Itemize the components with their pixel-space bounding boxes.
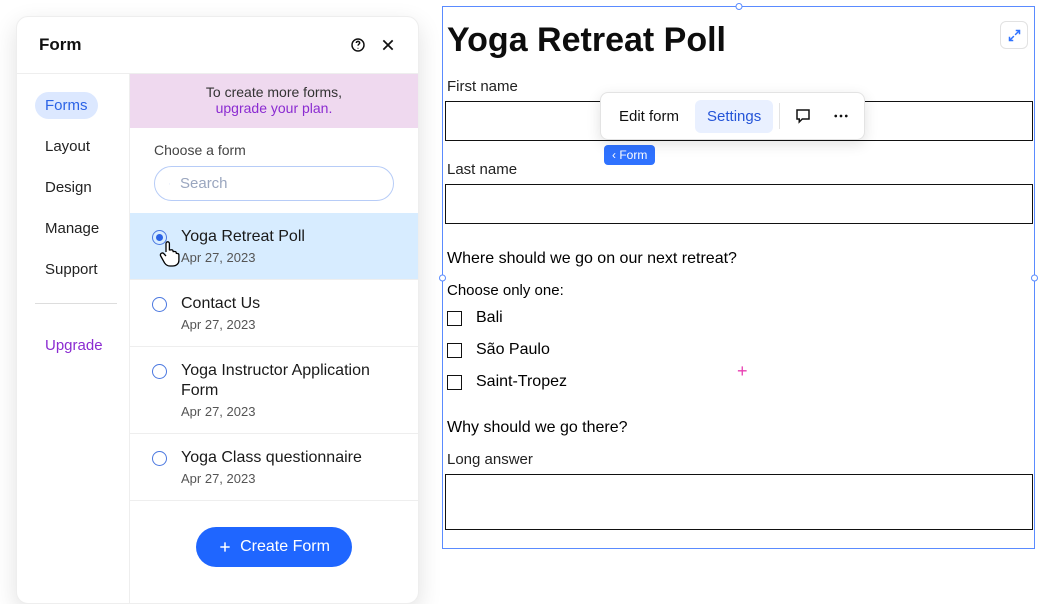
- panel-header-actions: [350, 37, 396, 53]
- checkbox-icon: [447, 343, 462, 358]
- resize-handle-left[interactable]: [439, 274, 446, 281]
- option-label: Bali: [476, 309, 503, 327]
- form-item-date: Apr 27, 2023: [181, 250, 305, 265]
- form-item-title: Yoga Retreat Poll: [181, 227, 305, 248]
- option-label: Saint-Tropez: [476, 373, 567, 391]
- last-name-label: Last name: [443, 161, 1034, 184]
- edit-form-button[interactable]: Edit form: [607, 100, 691, 133]
- search-wrap: [130, 166, 418, 213]
- choose-form-label: Choose a form: [130, 128, 418, 166]
- plus-icon: [218, 540, 232, 554]
- form-list: Yoga Retreat Poll Apr 27, 2023 Contact U…: [130, 213, 418, 501]
- create-form-label: Create Form: [240, 538, 330, 556]
- more-icon: [832, 107, 850, 125]
- tab-upgrade[interactable]: Upgrade: [35, 332, 113, 359]
- form-title: Yoga Retreat Poll: [443, 7, 1034, 78]
- help-icon[interactable]: [350, 37, 366, 53]
- crumb-label: Form: [619, 148, 647, 162]
- radio-icon: [152, 297, 167, 312]
- panel-body: Forms Layout Design Manage Support Upgra…: [17, 74, 418, 603]
- resize-handle-top[interactable]: [735, 3, 742, 10]
- retreat-options: Bali São Paulo Saint-Tropez: [443, 309, 1034, 391]
- expand-button[interactable]: [1000, 21, 1028, 49]
- option-saint-tropez[interactable]: Saint-Tropez: [447, 373, 1030, 391]
- banner-text-1: To create more forms,: [130, 84, 418, 100]
- tab-layout[interactable]: Layout: [35, 133, 100, 160]
- create-form-button[interactable]: Create Form: [196, 527, 352, 567]
- form-item-date: Apr 27, 2023: [181, 404, 396, 419]
- question-retreat: Where should we go on our next retreat?: [443, 244, 1034, 282]
- form-item-title: Yoga Class questionnaire: [181, 448, 362, 469]
- option-sao-paulo[interactable]: São Paulo: [447, 341, 1030, 359]
- expand-icon: [1007, 28, 1022, 43]
- option-bali[interactable]: Bali: [447, 309, 1030, 327]
- more-button[interactable]: [824, 99, 858, 133]
- question-why: Why should we go there?: [443, 413, 1034, 451]
- form-item-date: Apr 27, 2023: [181, 317, 260, 332]
- create-form-wrap: Create Form: [130, 501, 418, 593]
- form-canvas[interactable]: Yoga Retreat Poll First name Last name W…: [442, 6, 1035, 549]
- tab-forms[interactable]: Forms: [35, 92, 98, 119]
- long-answer-label: Long answer: [443, 451, 1034, 474]
- toolbar-separator: [779, 103, 780, 129]
- form-item-title: Contact Us: [181, 294, 260, 315]
- form-item-contact-us[interactable]: Contact Us Apr 27, 2023: [130, 280, 418, 347]
- checkbox-icon: [447, 311, 462, 326]
- form-item-title: Yoga Instructor Application Form: [181, 361, 396, 403]
- tab-manage[interactable]: Manage: [35, 215, 109, 242]
- selection-crumb[interactable]: Form: [604, 145, 655, 165]
- element-toolbar: Edit form Settings: [600, 92, 865, 140]
- search-input[interactable]: [180, 175, 379, 192]
- comment-icon: [794, 107, 812, 125]
- close-icon[interactable]: [380, 37, 396, 53]
- last-name-input[interactable]: [445, 184, 1033, 224]
- choose-one-label: Choose only one:: [443, 282, 1034, 309]
- form-item-instructor-app[interactable]: Yoga Instructor Application Form Apr 27,…: [130, 347, 418, 435]
- resize-handle-right[interactable]: [1031, 274, 1038, 281]
- long-answer-input[interactable]: [445, 474, 1033, 530]
- option-label: São Paulo: [476, 341, 550, 359]
- tab-support[interactable]: Support: [35, 256, 108, 283]
- tab-separator: [35, 303, 117, 304]
- form-panel: Form Forms Layout Design Manage Support …: [16, 16, 419, 604]
- panel-header: Form: [17, 17, 418, 73]
- radio-icon: [152, 364, 167, 379]
- form-item-date: Apr 27, 2023: [181, 471, 362, 486]
- search-input-wrap[interactable]: [154, 166, 394, 201]
- selection-box: Yoga Retreat Poll First name Last name W…: [442, 6, 1035, 549]
- banner-upgrade-link[interactable]: upgrade your plan.: [130, 100, 418, 116]
- search-icon: [169, 176, 170, 192]
- settings-button[interactable]: Settings: [695, 100, 773, 133]
- checkbox-icon: [447, 375, 462, 390]
- tab-design[interactable]: Design: [35, 174, 102, 201]
- radio-selected-icon: [152, 230, 167, 245]
- panel-content: To create more forms, upgrade your plan.…: [129, 74, 418, 603]
- comment-button[interactable]: [786, 99, 820, 133]
- form-item-yoga-retreat[interactable]: Yoga Retreat Poll Apr 27, 2023: [130, 213, 418, 280]
- panel-tabs: Forms Layout Design Manage Support Upgra…: [17, 74, 129, 603]
- upgrade-banner: To create more forms, upgrade your plan.: [130, 74, 418, 128]
- panel-title: Form: [39, 35, 82, 55]
- form-item-class-questionnaire[interactable]: Yoga Class questionnaire Apr 27, 2023: [130, 434, 418, 501]
- radio-icon: [152, 451, 167, 466]
